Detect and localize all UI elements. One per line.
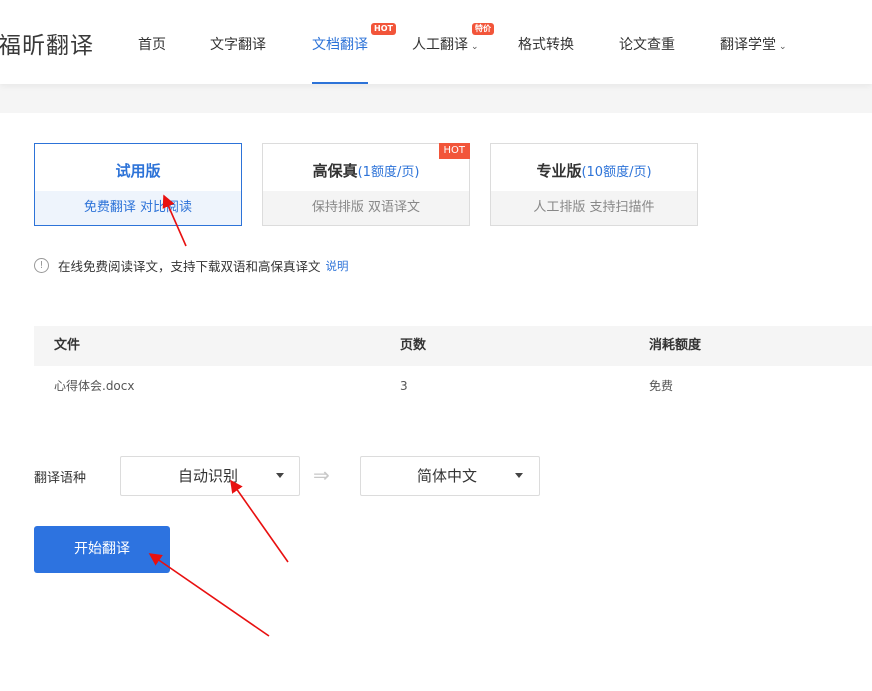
nav-text-translation[interactable]: 文字翻译 xyxy=(210,34,266,54)
nav-human-translation[interactable]: 人工翻译 ⌄ xyxy=(412,34,479,54)
nav-home[interactable]: 首页 xyxy=(138,34,166,54)
language-label: 翻译语种 xyxy=(34,471,87,486)
info-link[interactable]: 说明 xyxy=(326,258,349,274)
target-language-value: 简体中文 xyxy=(417,467,478,485)
credit-cost: 免费 xyxy=(649,379,674,393)
version-subtitle: 免费翻译 对比阅读 xyxy=(35,191,241,225)
hot-badge: HOT xyxy=(438,143,470,159)
info-notice: ! 在线免费阅读译文，支持下载双语和高保真译文 说明 xyxy=(34,256,349,275)
nav-plagiarism-check[interactable]: 论文查重 xyxy=(619,34,675,54)
nav-translation-academy-label: 翻译学堂 xyxy=(720,37,776,53)
version-subtitle: 人工排版 支持扫描件 xyxy=(491,191,697,225)
swap-arrow-icon[interactable]: ⇒ xyxy=(313,463,330,487)
dropdown-arrow-icon xyxy=(276,473,284,478)
version-card-trial[interactable]: 试用版 免费翻译 对比阅读 xyxy=(34,143,242,226)
file-table: 文件 页数 消耗额度 心得体会.docx 3 免费 xyxy=(34,326,872,406)
header-file: 文件 xyxy=(54,338,81,353)
chevron-down-icon: ⌄ xyxy=(471,42,479,52)
sale-badge: 特价 xyxy=(472,23,494,35)
info-text: 在线免费阅读译文，支持下载双语和高保真译文 xyxy=(58,259,321,274)
version-subtitle: 保持排版 双语译文 xyxy=(263,191,469,225)
page-count: 3 xyxy=(400,379,408,393)
header-credits: 消耗额度 xyxy=(649,338,702,353)
version-price-note: (1额度/页) xyxy=(357,165,420,180)
info-icon: ! xyxy=(34,258,49,273)
chevron-down-icon: ⌄ xyxy=(779,42,787,52)
file-name: 心得体会.docx xyxy=(54,379,135,393)
version-title: 专业版 xyxy=(536,162,582,180)
version-title: 高保真 xyxy=(312,162,358,180)
version-card-professional[interactable]: 专业版(10额度/页) 人工排版 支持扫描件 xyxy=(490,143,698,226)
table-row: 心得体会.docx 3 免费 xyxy=(34,366,872,406)
site-logo[interactable]: 福昕翻译 xyxy=(0,26,94,60)
nav-format-conversion[interactable]: 格式转换 xyxy=(518,34,574,54)
hot-badge: HOT xyxy=(371,23,396,35)
source-language-select[interactable]: 自动识别 xyxy=(120,456,300,496)
version-card-high-fidelity[interactable]: 高保真(1额度/页) 保持排版 双语译文 HOT xyxy=(262,143,470,226)
nav-document-translation[interactable]: 文档翻译 xyxy=(312,34,368,54)
source-language-value: 自动识别 xyxy=(178,467,239,485)
header-divider xyxy=(0,84,872,113)
top-navigation: 福昕翻译 首页 文字翻译 文档翻译 HOT 人工翻译 ⌄ 特价 格式转换 论文查重… xyxy=(0,0,872,84)
nav-human-translation-label: 人工翻译 xyxy=(412,37,468,53)
active-tab-indicator xyxy=(312,82,368,84)
header-pages: 页数 xyxy=(400,338,427,353)
target-language-select[interactable]: 简体中文 xyxy=(360,456,540,496)
start-translation-button[interactable]: 开始翻译 xyxy=(34,526,170,573)
dropdown-arrow-icon xyxy=(515,473,523,478)
table-header: 文件 页数 消耗额度 xyxy=(34,326,872,366)
version-title: 试用版 xyxy=(115,162,161,180)
nav-translation-academy[interactable]: 翻译学堂 ⌄ xyxy=(720,34,787,54)
version-price-note: (10额度/页) xyxy=(581,165,652,180)
